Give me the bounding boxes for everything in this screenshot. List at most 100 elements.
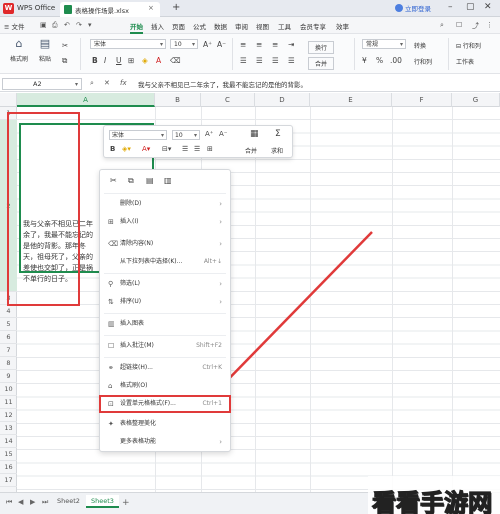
menu-item-format-painter[interactable]: ⌂ 格式刷(O) [100,378,230,394]
search-icon[interactable]: ⌕ [440,21,444,30]
rows-cols-button[interactable]: 行和列 [414,57,432,66]
row-header[interactable]: 12 [0,409,17,422]
row-header[interactable]: 9 [0,370,17,383]
column-header-g[interactable]: G [452,93,500,107]
font-color-icon[interactable]: A [156,56,161,65]
percent-icon[interactable]: % [376,56,383,65]
select-all[interactable] [0,93,17,107]
menu-member[interactable]: 会员专享 [300,21,326,31]
new-tab-button[interactable]: + [172,2,180,13]
menu-view[interactable]: 视图 [256,21,269,31]
shrink-font-icon[interactable]: A⁻ [217,40,226,49]
cut-icon[interactable]: ✂ [110,176,124,185]
close-tab-icon[interactable]: × [148,4,154,12]
fx-icon[interactable]: fx [120,79,127,87]
menu-item-pick-from-list[interactable]: 从下拉列表中选择(K)... Alt+↓ [100,254,230,270]
row-header[interactable]: 16 [0,461,17,474]
paste-icon[interactable]: ▤ [146,176,160,185]
cancel-icon[interactable]: ✕ [104,79,110,87]
font-name-select[interactable]: 宋体 [90,39,166,49]
row-header[interactable]: 6 [0,331,17,344]
format-painter-button[interactable]: ⌂ 格式刷 [6,38,32,64]
close-window-button[interactable]: ✕ [484,2,492,12]
document-tab[interactable]: 表格操作场景.xlsx × [60,2,160,17]
column-header-f[interactable]: F [392,93,452,107]
menu-tools[interactable]: 工具 [278,21,291,31]
border-icon[interactable]: ⊞ [128,56,134,65]
cut-icon[interactable]: ✂ [62,41,68,50]
merge-icon[interactable]: ▦ [250,129,259,139]
paste-special-icon[interactable]: ▥ [164,176,178,185]
row-header[interactable]: 17 [0,474,17,487]
sheet-tab-sheet2[interactable]: Sheet2 [52,495,85,508]
decimal-icon[interactable]: .00 [390,56,402,65]
menu-page[interactable]: 页面 [172,21,185,31]
copy-icon[interactable]: ⧉ [62,56,67,66]
grow-font-icon[interactable]: A⁺ [205,130,213,138]
add-sheet-icon[interactable]: + [122,498,130,508]
font-size-select[interactable]: 10 [170,39,198,49]
row-header[interactable]: 5 [0,318,17,331]
bold-button[interactable]: B [92,56,98,65]
zoom-icon[interactable]: ⌕ [90,79,94,88]
wrap-text-button[interactable]: 换行 [308,41,335,54]
mini-fill-color-icon[interactable]: ◈▾ [122,145,131,153]
row-header[interactable]: 14 [0,435,17,448]
sheet-tab-sheet3[interactable]: Sheet3 [86,495,119,508]
paste-button[interactable]: ▤ 粘贴 [32,38,58,64]
maximize-button[interactable]: ▢ [466,2,475,12]
indent-icon[interactable]: ⇥ [288,40,294,49]
underline-button[interactable]: U [116,56,122,65]
comment-icon[interactable]: ☐ [456,21,462,29]
menu-item-delete[interactable]: 删除(D) › [100,196,230,212]
mini-format-icon[interactable]: ⊞ [207,145,213,153]
mini-sum-label[interactable]: 求和 [271,146,283,155]
shrink-font-icon[interactable]: A⁻ [219,130,227,138]
first-sheet-icon[interactable]: ⏮ [6,498,12,507]
menu-item-more[interactable]: 更多表格功能 › [100,434,230,450]
clear-format-icon[interactable]: ⌫ [170,56,181,65]
menu-data[interactable]: 数据 [214,21,227,31]
last-sheet-icon[interactable]: ⏭ [42,498,48,507]
column-header-d[interactable]: D [255,93,310,107]
row-header[interactable]: 7 [0,344,17,357]
row-header[interactable]: 15 [0,448,17,461]
undo-icon[interactable]: ↶ [64,21,70,29]
menu-item-sort[interactable]: ⇅ 排序(U) › [100,294,230,310]
menu-item-insert[interactable]: ⊞ 插入(I) › [100,214,230,230]
column-header-c[interactable]: C [201,93,255,107]
menu-item-clear[interactable]: ⌫ 清除内容(N) › [100,236,230,252]
name-box[interactable]: A2 [2,78,82,90]
align-right-icon[interactable]: ☰ [272,56,279,65]
menu-home[interactable]: 开始 [130,21,143,34]
file-menu[interactable]: ≡ 文件 [4,21,25,31]
menu-item-format-cells[interactable]: ⊡ 设置单元格格式(F)... Ctrl+1 [99,395,231,413]
column-header-b[interactable]: B [155,93,201,107]
prev-sheet-icon[interactable]: ◀ [18,498,23,506]
more-icon[interactable]: ▾ [88,21,92,29]
mini-font-color-icon[interactable]: A▾ [142,145,150,153]
number-format-select[interactable]: 常规 [362,39,406,49]
mini-align-icon[interactable]: ☰ [182,145,188,153]
menu-item-beautify[interactable]: ✦ 表格整理美化 [100,416,230,432]
menu-item-insert-chart[interactable]: ▥ 插入图表 [100,316,230,332]
mini-font-select[interactable]: 宋体 [109,130,167,140]
menu-item-hyperlink[interactable]: ⚭ 超链接(H)... Ctrl+K [100,360,230,376]
menu-formula[interactable]: 公式 [193,21,206,31]
row-header[interactable]: 10 [0,383,17,396]
mini-merge-label[interactable]: 合并 [245,146,257,155]
mini-size-select[interactable]: 10 [172,130,200,140]
redo-icon[interactable]: ↷ [76,21,82,29]
row-header[interactable]: 13 [0,422,17,435]
options-icon[interactable]: ⋮ [486,21,493,29]
minimize-button[interactable]: – [448,2,453,12]
mini-bold-button[interactable]: B [110,145,115,153]
row-header[interactable]: 8 [0,357,17,370]
column-header-e[interactable]: E [310,93,392,107]
formula-input[interactable]: 我与父亲不相见已二年余了，我最不能忘记的是他的背影。 [138,79,307,89]
save-icon[interactable]: ▣ [40,21,47,29]
copy-icon[interactable]: ⧉ [128,176,142,186]
worksheet-button[interactable]: 工作表 [456,57,474,66]
menu-item-filter[interactable]: ⚲ 筛选(L) › [100,276,230,292]
grow-font-icon[interactable]: A⁺ [203,40,212,49]
